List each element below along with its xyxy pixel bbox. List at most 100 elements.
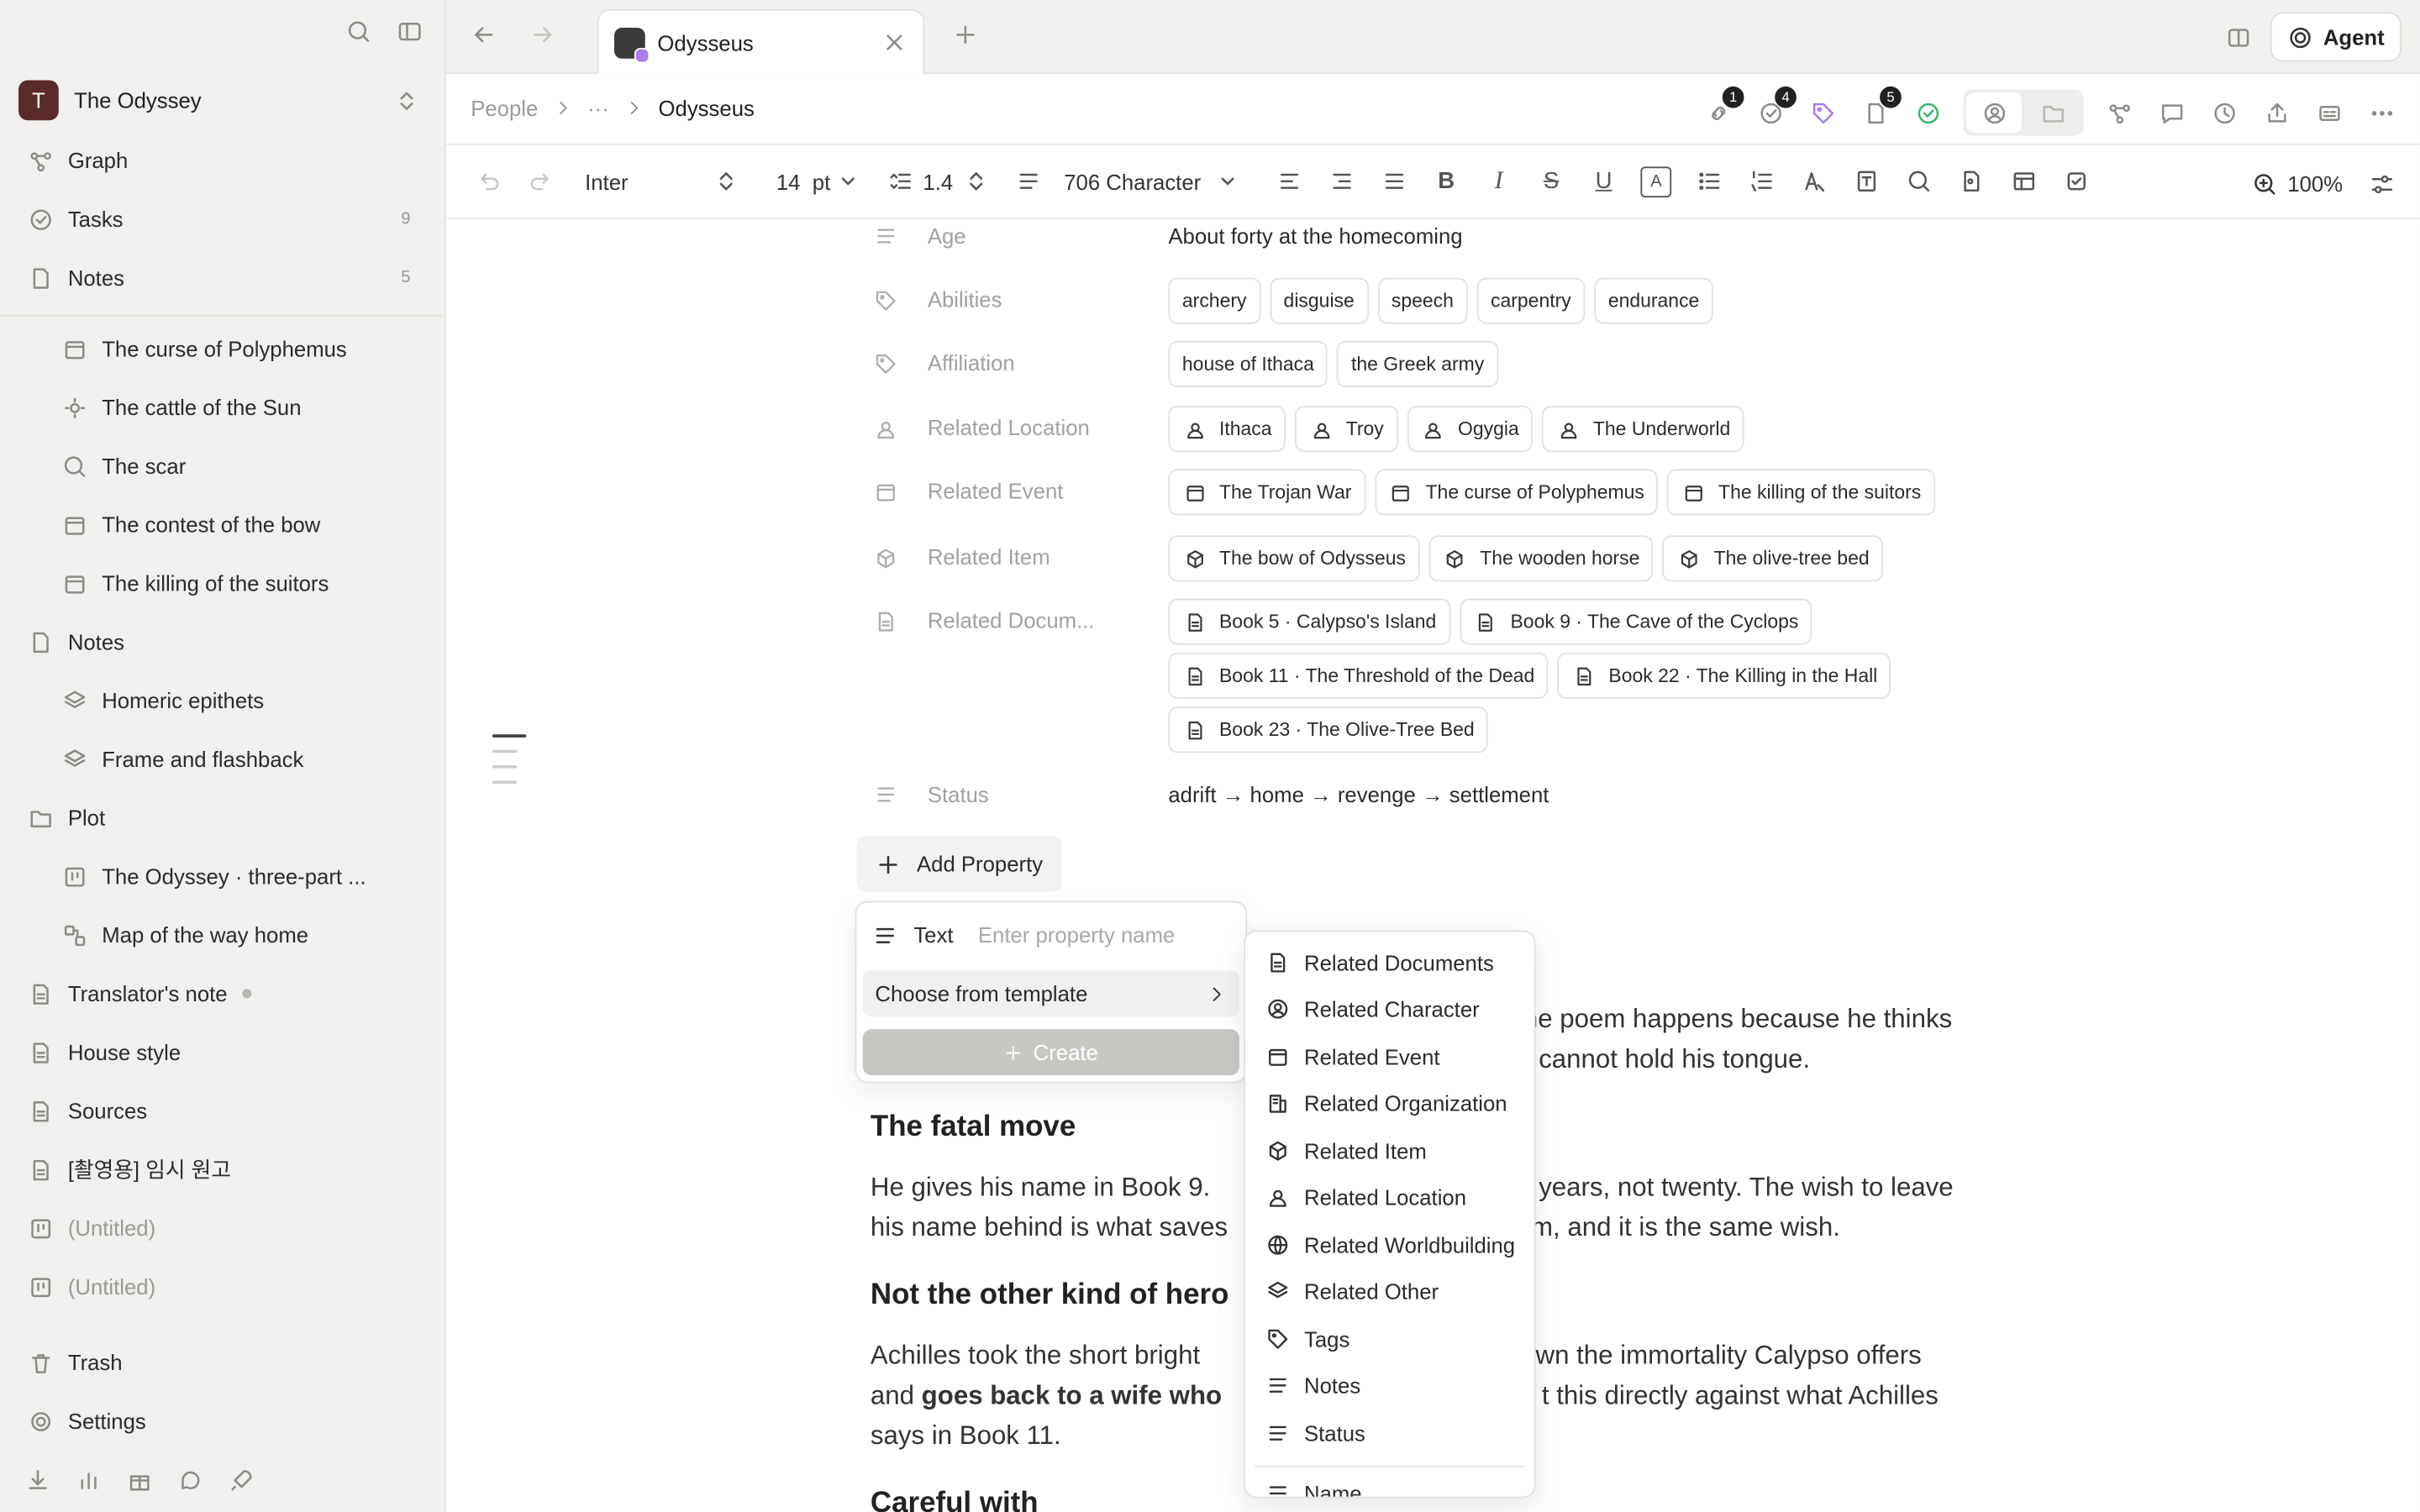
share-icon[interactable] [2260,96,2293,129]
font-select[interactable]: Inter [585,169,708,193]
folder-view-icon[interactable] [2025,92,2081,133]
tree-item[interactable]: Sources [0,1088,445,1134]
tab-odysseus[interactable]: Odysseus [597,9,925,75]
back-arrow-icon[interactable] [471,22,497,48]
task-check-icon[interactable]: 4 [1753,86,1797,129]
event-chip[interactable]: The killing of the suitors [1667,469,1935,516]
template-status[interactable]: Status [1264,1415,1522,1452]
tree-item[interactable]: Frame and flashback [0,736,445,782]
bullet-list-icon[interactable] [1691,165,1725,198]
checkbox-icon[interactable] [2059,165,2092,198]
property-status[interactable]: Status adrift → home → revenge → settlem… [872,780,1549,808]
affiliation-chip[interactable]: the Greek army [1337,340,1498,388]
stats-icon[interactable] [76,1467,102,1494]
chat-icon[interactable] [177,1467,203,1494]
location-chip[interactable]: The Underworld [1542,406,1744,453]
new-tab-icon[interactable] [952,22,978,48]
sliders-icon[interactable] [2365,166,2398,200]
chevron-down-icon[interactable] [830,165,864,198]
template-related-organization[interactable]: Related Organization [1264,1084,1522,1121]
line-height-value[interactable]: 1.4 [923,169,953,193]
template-related-documents[interactable]: Related Documents [1264,944,1522,981]
sidebar-item-settings[interactable]: Settings [0,1398,445,1444]
tree-item[interactable]: Map of the way home [0,911,445,958]
document-icon[interactable]: 5 [1858,86,1902,129]
chevron-updown-icon[interactable] [708,165,742,198]
location-chip[interactable]: Ithaca [1168,406,1286,453]
undo-icon[interactable] [471,165,504,198]
text-box-icon[interactable] [1849,165,1883,198]
event-chip[interactable]: The Trojan War [1168,469,1365,516]
tree-item[interactable]: The curse of Polyphemus [0,326,445,372]
ability-chip[interactable]: endurance [1594,277,1713,324]
chevron-updown-icon[interactable] [959,165,992,198]
event-chip[interactable]: The curse of Polyphemus [1374,469,1659,516]
property-value[interactable]: adrift → home → revenge → settlement [1168,780,1549,806]
tree-item[interactable]: House style [0,1029,445,1075]
template-notes[interactable]: Notes [1264,1367,1522,1404]
template-related-item[interactable]: Related Item [1264,1132,1522,1169]
document-chip[interactable]: Book 5 · Calypso's Island [1168,598,1450,645]
property-age[interactable]: Age About forty at the homecoming [872,222,1463,249]
gift-icon[interactable] [127,1467,153,1494]
affiliation-chip[interactable]: house of Ithaca [1168,340,1328,388]
image-file-icon[interactable] [1954,165,1987,198]
document-chip[interactable]: Book 11 · The Threshold of the Dead [1168,652,1549,700]
location-chip[interactable]: Troy [1295,406,1398,453]
tree-item[interactable]: The contest of the bow [0,501,445,548]
item-chip[interactable]: The olive-tree bed [1662,535,1884,582]
italic-icon[interactable]: I [1481,165,1515,198]
char-count[interactable]: 706 Character [1064,169,1201,193]
forward-arrow-icon[interactable] [529,22,555,48]
tree-item[interactable]: (Untitled) [0,1263,445,1310]
workspace-switcher[interactable]: T The Odyssey [18,80,420,121]
location-chip[interactable]: Ogygia [1407,406,1534,453]
table-icon[interactable] [2007,165,2040,198]
comment-icon[interactable] [2154,96,2188,129]
split-view-icon[interactable] [2226,24,2252,50]
ability-chip[interactable]: speech [1377,277,1468,324]
align-justify-icon[interactable] [1377,165,1411,198]
clear-format-icon[interactable] [1797,165,1830,198]
align-right-icon[interactable] [1324,165,1358,198]
text-color-icon[interactable]: A [1639,165,1673,198]
template-related-worldbuilding[interactable]: Related Worldbuilding [1264,1226,1522,1263]
chevron-down-icon[interactable] [1210,165,1244,198]
tree-item[interactable]: Translator's note [0,970,445,1016]
rocket-icon[interactable] [229,1467,255,1494]
tree-item[interactable]: [촬영용] 임시 원고 [0,1147,445,1193]
ability-chip[interactable]: archery [1168,277,1261,324]
outline-marker[interactable] [492,734,527,795]
ability-chip[interactable]: disguise [1270,277,1369,324]
tree-item[interactable]: The cattle of the Sun [0,384,445,430]
document-chip[interactable]: Book 9 · The Cave of the Cyclops [1459,598,1812,645]
choose-template-item[interactable]: Choose from template [862,970,1239,1017]
add-property-button[interactable]: Add Property [856,836,1062,892]
numbered-list-icon[interactable] [1744,165,1778,198]
item-chip[interactable]: The bow of Odysseus [1168,535,1420,582]
tree-item[interactable]: The killing of the suitors [0,560,445,606]
template-tags[interactable]: Tags [1264,1320,1522,1357]
link-icon[interactable]: 1 [1701,86,1744,129]
property-name-field[interactable]: Text Enter property name [872,918,1230,952]
agent-button[interactable]: Agent [2270,12,2402,62]
document-chip[interactable]: Book 23 · The Olive-Tree Bed [1168,706,1489,753]
tree-item[interactable]: The Odyssey · three-part ... [0,853,445,900]
paragraph-icon[interactable] [1012,165,1045,198]
tag-icon[interactable] [1806,96,1839,129]
ability-chip[interactable]: carpentry [1476,277,1586,324]
property-name-input[interactable]: Enter property name [978,922,1175,947]
template-related-character[interactable]: Related Character [1264,990,1522,1027]
breadcrumb-ellipsis[interactable]: ··· [587,96,609,120]
search-icon[interactable] [345,18,371,45]
breadcrumb-root[interactable]: People [471,96,538,120]
close-icon[interactable] [881,29,908,55]
sidebar-item-tasks[interactable]: Tasks 9 [0,196,445,242]
redo-icon[interactable] [523,165,557,198]
template-related-other[interactable]: Related Other [1264,1273,1522,1310]
more-icon[interactable] [2365,96,2398,129]
tree-folder[interactable]: Plot [0,795,445,841]
property-type-label[interactable]: Text [913,922,953,947]
history-icon[interactable] [2207,96,2240,129]
sidebar-item-graph[interactable]: Graph [0,137,445,183]
